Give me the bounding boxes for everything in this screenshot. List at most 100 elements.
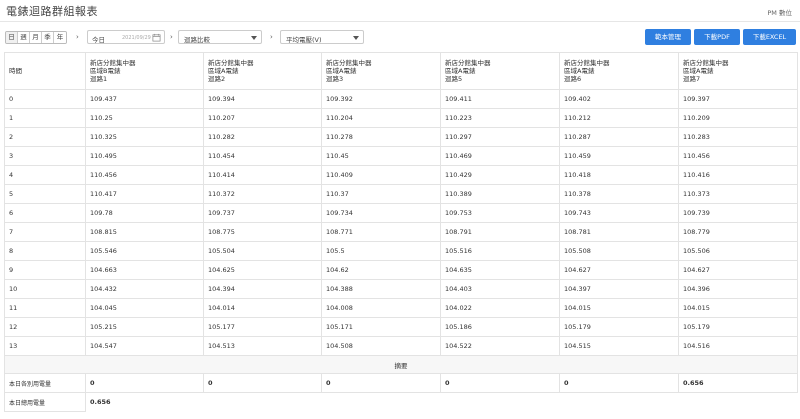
value-cell: 110.418	[559, 165, 679, 185]
value-cell: 108.791	[440, 222, 560, 242]
value-cell: 105.506	[678, 241, 798, 261]
value-cell: 110.45	[321, 146, 441, 166]
column-header-concentrator: 新店分館集中器	[683, 59, 729, 67]
column-header-circuit: 迴路7	[683, 75, 701, 83]
time-cell: 4	[4, 165, 86, 185]
column-header-circuit: 迴路3	[326, 75, 344, 83]
value-cell: 109.734	[321, 203, 441, 223]
value-cell: 109.739	[678, 203, 798, 223]
value-cell: 104.022	[440, 298, 560, 318]
value-cell: 105.504	[203, 241, 322, 261]
table-row: 13 104.547 104.513 104.508 104.522 104.515 104…	[4, 336, 798, 356]
download-excel-button[interactable]: 下載EXCEL	[743, 29, 796, 45]
caret-down-icon	[353, 36, 359, 40]
value-cell: 108.771	[321, 222, 441, 242]
value-cell: 110.454	[203, 146, 322, 166]
value-cell: 109.411	[440, 89, 560, 109]
template-manage-button[interactable]: 範本管理	[645, 29, 691, 45]
time-cell: 6	[4, 203, 86, 223]
daily-each-usage-label: 本日各別用電量	[4, 373, 86, 393]
value-cell: 104.015	[678, 298, 798, 318]
value-cell: 110.278	[321, 127, 441, 147]
value-cell: 105.215	[85, 317, 204, 337]
daily-usage-value: 0	[440, 373, 560, 393]
download-pdf-button[interactable]: 下載PDF	[694, 29, 740, 45]
value-cell: 108.779	[678, 222, 798, 242]
value-cell: 105.177	[203, 317, 322, 337]
value-cell: 110.207	[203, 108, 322, 128]
period-day-button[interactable]: 日	[6, 32, 18, 43]
time-cell: 9	[4, 260, 86, 280]
daily-total-usage-row: 本日總用電量 0.656	[4, 392, 798, 412]
time-cell: 11	[4, 298, 86, 318]
column-header: 新店分館集中器 區域A電錶 迴路5	[440, 52, 560, 90]
time-cell: 5	[4, 184, 86, 204]
value-cell: 104.394	[203, 279, 322, 299]
column-header-concentrator: 新店分館集中器	[208, 59, 254, 67]
value-cell: 110.25	[85, 108, 204, 128]
metric-select[interactable]: 平均電壓(V)	[280, 30, 364, 44]
toolbar: 日 週 月 季 年 › 今日 2021/09/29 › 迴路比較 › 平均電壓(…	[0, 26, 800, 48]
value-cell: 105.186	[440, 317, 560, 337]
period-year-button[interactable]: 年	[54, 32, 66, 43]
value-cell: 105.516	[440, 241, 560, 261]
value-cell: 110.459	[559, 146, 679, 166]
period-quarter-button[interactable]: 季	[42, 32, 54, 43]
value-cell: 104.635	[440, 260, 560, 280]
value-cell: 104.396	[678, 279, 798, 299]
period-month-button[interactable]: 月	[30, 32, 42, 43]
value-cell: 104.388	[321, 279, 441, 299]
value-cell: 110.417	[85, 184, 204, 204]
column-header-meter: 區域B電錶	[90, 67, 121, 75]
report-table: 時間 新店分館集中器 區域B電錶 迴路1 新店分館集中器 區域A電錶 迴路2 新店分館集…	[4, 52, 798, 412]
column-header-circuit: 迴路5	[445, 75, 463, 83]
table-row: 12 105.215 105.177 105.171 105.186 105.179 105…	[4, 317, 798, 337]
table-row: 5 110.417 110.372 110.37 110.389 110.378 110.3…	[4, 184, 798, 204]
summary-header-row: 摘要	[4, 355, 798, 374]
column-header-meter: 區域A電錶	[326, 67, 357, 75]
value-cell: 104.663	[85, 260, 204, 280]
value-cell: 110.287	[559, 127, 679, 147]
value-cell: 110.409	[321, 165, 441, 185]
value-cell: 105.179	[678, 317, 798, 337]
column-header-concentrator: 新店分館集中器	[445, 59, 491, 67]
table-row: 1 110.25 110.207 110.204 110.223 110.212 110.2…	[4, 108, 798, 128]
value-cell: 108.775	[203, 222, 322, 242]
table-row: 2 110.325 110.282 110.278 110.297 110.287 110.…	[4, 127, 798, 147]
value-cell: 110.372	[203, 184, 322, 204]
value-cell: 104.008	[321, 298, 441, 318]
table-row: 9 104.663 104.625 104.62 104.635 104.627 104.6…	[4, 260, 798, 280]
time-cell: 10	[4, 279, 86, 299]
value-cell: 110.209	[678, 108, 798, 128]
value-cell: 110.456	[678, 146, 798, 166]
time-cell: 7	[4, 222, 86, 242]
user-name[interactable]: PM 數位	[767, 7, 792, 17]
daily-usage-value: 0.656	[678, 373, 798, 393]
value-cell: 110.204	[321, 108, 441, 128]
value-cell: 104.015	[559, 298, 679, 318]
value-cell: 104.625	[203, 260, 322, 280]
compare-select[interactable]: 迴路比較	[178, 30, 262, 44]
time-cell: 1	[4, 108, 86, 128]
value-cell: 110.414	[203, 165, 322, 185]
compare-select-value: 迴路比較	[184, 36, 210, 44]
top-bar: 電錶迴路群組報表 PM 數位	[0, 0, 800, 22]
date-picker-value: 2021/09/29	[122, 35, 151, 41]
table-row: 8 105.546 105.504 105.5 105.516 105.508 105.50…	[4, 241, 798, 261]
value-cell: 110.416	[678, 165, 798, 185]
date-picker[interactable]: 今日 2021/09/29	[87, 30, 165, 44]
period-button-group: 日 週 月 季 年	[5, 31, 67, 44]
table-row: 7 108.815 108.775 108.771 108.791 108.781 108.…	[4, 222, 798, 242]
value-cell: 104.403	[440, 279, 560, 299]
time-cell: 0	[4, 89, 86, 109]
time-cell: 12	[4, 317, 86, 337]
value-cell: 105.508	[559, 241, 679, 261]
period-week-button[interactable]: 週	[18, 32, 30, 43]
value-cell: 110.373	[678, 184, 798, 204]
column-header: 新店分館集中器 區域A電錶 迴路6	[559, 52, 679, 90]
value-cell: 110.378	[559, 184, 679, 204]
value-cell: 109.394	[203, 89, 322, 109]
value-cell: 110.325	[85, 127, 204, 147]
value-cell: 110.389	[440, 184, 560, 204]
value-cell: 110.429	[440, 165, 560, 185]
